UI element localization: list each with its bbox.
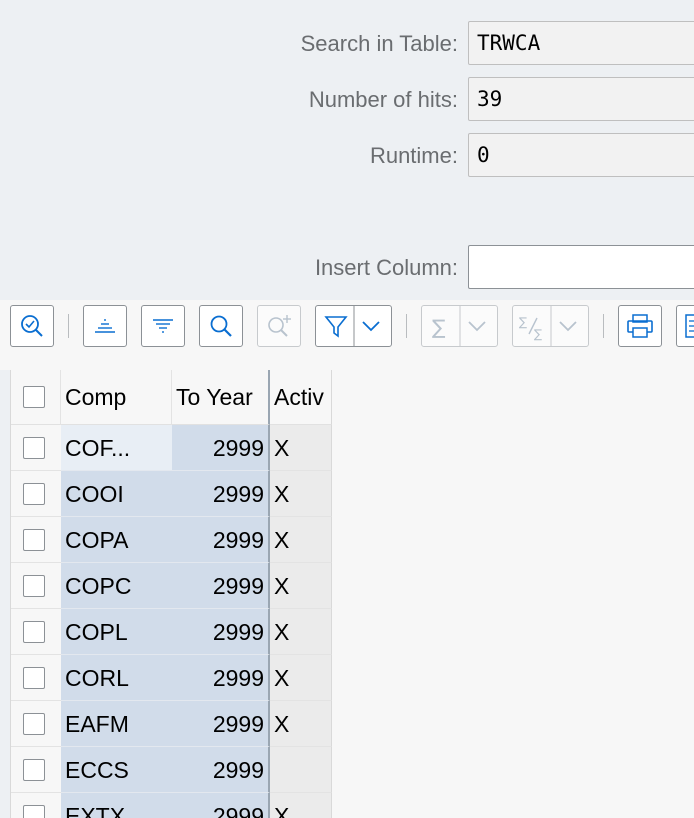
- cell-comp[interactable]: COPC: [61, 563, 172, 609]
- search-in-table-label: Search in Table:: [300, 31, 458, 56]
- chevron-down-icon: [468, 321, 486, 332]
- cell-activ[interactable]: X: [270, 793, 332, 818]
- alv-toolbar: ∑ ∑ ∑: [0, 300, 694, 370]
- search-row: Search in Table: TRWCA: [0, 21, 694, 67]
- find-button[interactable]: [199, 305, 243, 347]
- cell-comp[interactable]: EAFM: [61, 701, 172, 747]
- cell-activ[interactable]: X: [270, 701, 332, 747]
- number-of-hits-label: Number of hits:: [308, 87, 458, 112]
- row-checkbox[interactable]: [23, 667, 45, 689]
- row-checkbox[interactable]: [23, 575, 45, 597]
- row-checkbox[interactable]: [23, 437, 45, 459]
- runtime-label: Runtime:: [369, 143, 458, 168]
- select-all-header: [11, 370, 61, 425]
- cell-to-year[interactable]: 2999: [172, 517, 270, 563]
- export-button[interactable]: [676, 305, 694, 347]
- cell-activ[interactable]: X: [270, 471, 332, 517]
- row-selector[interactable]: [11, 517, 61, 563]
- row-selector[interactable]: [11, 471, 61, 517]
- row-checkbox[interactable]: [23, 759, 45, 781]
- toolbar-separator: [603, 314, 604, 338]
- cell-activ[interactable]: X: [270, 655, 332, 701]
- print-icon: [627, 314, 653, 338]
- insert-column-field[interactable]: [468, 245, 694, 289]
- cell-comp[interactable]: COPL: [61, 609, 172, 655]
- row-checkbox[interactable]: [23, 529, 45, 551]
- select-all-checkbox[interactable]: [23, 386, 45, 408]
- number-of-hits-field[interactable]: 39: [468, 77, 694, 121]
- cell-to-year[interactable]: 2999: [172, 747, 270, 793]
- row-checkbox[interactable]: [23, 713, 45, 735]
- cell-to-year[interactable]: 2999: [172, 793, 270, 818]
- find-next-icon: [268, 315, 291, 337]
- sort-descending-icon: [153, 319, 173, 333]
- row-selector[interactable]: [11, 701, 61, 747]
- chevron-down-icon: [559, 321, 577, 332]
- row-checkbox[interactable]: [23, 621, 45, 643]
- cell-comp[interactable]: COPA: [61, 517, 172, 563]
- row-checkbox[interactable]: [23, 483, 45, 505]
- cell-to-year[interactable]: 2999: [172, 655, 270, 701]
- filter-menu-button[interactable]: [315, 305, 392, 347]
- column-header-comp[interactable]: Comp: [61, 370, 172, 425]
- alv-grid: Comp To Year Activ COF... 2999 X COOI 2999 X C…: [10, 370, 694, 818]
- toolbar-separator: [68, 314, 69, 338]
- details-icon: [21, 315, 43, 337]
- cell-to-year[interactable]: 2999: [172, 425, 270, 471]
- runtime-field[interactable]: 0: [468, 133, 694, 177]
- cell-activ[interactable]: X: [270, 609, 332, 655]
- row-selector[interactable]: [11, 563, 61, 609]
- export-icon: [685, 314, 694, 338]
- cell-activ[interactable]: X: [270, 425, 332, 471]
- cell-comp[interactable]: EXTX: [61, 793, 172, 818]
- cell-activ[interactable]: X: [270, 563, 332, 609]
- row-selector[interactable]: [11, 747, 61, 793]
- cell-activ[interactable]: [270, 747, 332, 793]
- cell-comp[interactable]: COOI: [61, 471, 172, 517]
- row-selector[interactable]: [11, 609, 61, 655]
- chevron-down-icon: [362, 321, 380, 332]
- cell-to-year[interactable]: 2999: [172, 471, 270, 517]
- cell-comp[interactable]: COF...: [61, 425, 172, 471]
- column-header-activ[interactable]: Activ: [270, 370, 332, 425]
- runtime-row: Runtime: 0: [0, 133, 694, 179]
- row-selector[interactable]: [11, 425, 61, 471]
- row-checkbox[interactable]: [23, 805, 45, 818]
- row-selector[interactable]: [11, 793, 61, 818]
- details-button[interactable]: [10, 305, 54, 347]
- insert-column-label: Insert Column:: [314, 255, 458, 280]
- cell-comp[interactable]: CORL: [61, 655, 172, 701]
- sort-ascending-button[interactable]: [83, 305, 127, 347]
- toolbar-separator: [406, 314, 407, 338]
- row-selector[interactable]: [11, 655, 61, 701]
- sort-ascending-icon: [95, 319, 115, 333]
- find-icon: [210, 315, 232, 337]
- search-in-table-field[interactable]: TRWCA: [468, 21, 694, 65]
- cell-to-year[interactable]: 2999: [172, 701, 270, 747]
- sum-menu-button[interactable]: ∑: [421, 305, 498, 347]
- selection-form: Search in Table: TRWCA Number of hits: 3…: [0, 0, 694, 300]
- column-header-to-year[interactable]: To Year: [172, 370, 270, 425]
- cell-to-year[interactable]: 2999: [172, 609, 270, 655]
- cell-comp[interactable]: ECCS: [61, 747, 172, 793]
- print-button[interactable]: [618, 305, 662, 347]
- cell-to-year[interactable]: 2999: [172, 563, 270, 609]
- find-next-button[interactable]: [257, 305, 301, 347]
- subtotal-menu-button[interactable]: ∑ ∑: [512, 305, 589, 347]
- insert-column-row: Insert Column:: [0, 245, 694, 291]
- sort-descending-button[interactable]: [141, 305, 185, 347]
- hits-row: Number of hits: 39: [0, 77, 694, 123]
- cell-activ[interactable]: X: [270, 517, 332, 563]
